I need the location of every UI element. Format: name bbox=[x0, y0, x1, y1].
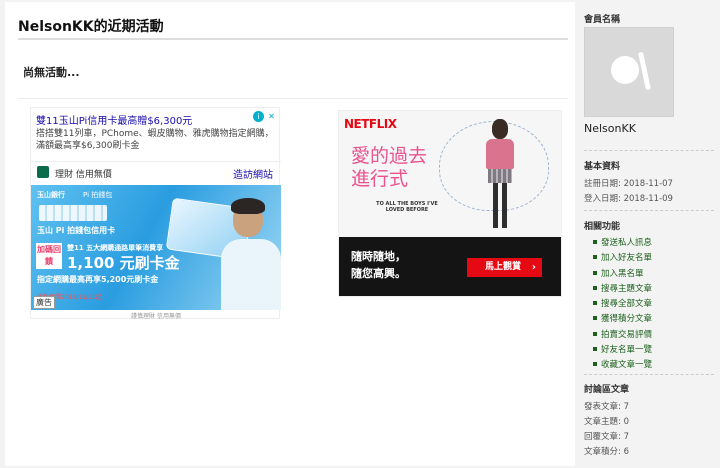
register-date: 註冊日期: 2018-11-07 bbox=[584, 179, 673, 189]
ad-headline[interactable]: 雙11玉山Pi信用卡最高贈$6,300元 bbox=[36, 112, 192, 127]
friend-list-link[interactable]: 好友名單一覽 bbox=[593, 343, 652, 358]
ad-banner-image[interactable]: 玉山銀行 Pi 拍錢包 玉山 Pi 拍錢包信用卡 加碼回饋 雙11 五大網購通路… bbox=[31, 185, 281, 310]
esun-bank-ad[interactable]: 雙11玉山Pi信用卡最高贈$6,300元 i ✕ 搭搭雙11列車，PChome、… bbox=[30, 107, 281, 320]
visit-site-link[interactable]: 造訪網站 bbox=[233, 166, 273, 181]
movie-poster: NETFLIX 愛的過去進行式 TO ALL THE BOYS I'VE LOV… bbox=[339, 111, 561, 237]
promo-tag: 加碼回饋 bbox=[36, 243, 62, 269]
page-title: NelsonKK的近期活動 bbox=[18, 19, 164, 35]
topics-count: 文章主題: 0 bbox=[584, 417, 629, 427]
title-divider bbox=[18, 38, 568, 40]
points-posts-link[interactable]: 獲得積分文章 bbox=[593, 312, 652, 327]
tagline-line-1: 隨時隨地， bbox=[351, 250, 406, 263]
send-message-link[interactable]: 發送私人訊息 bbox=[593, 236, 652, 251]
search-topics-link[interactable]: 搜尋主題文章 bbox=[593, 282, 652, 297]
movie-title: 愛的過去進行式 bbox=[351, 145, 428, 190]
avatar-placeholder-icon bbox=[611, 56, 639, 84]
login-date: 登入日期: 2018-11-09 bbox=[584, 194, 673, 204]
content-divider bbox=[18, 98, 568, 99]
advertiser-name: 理財 信用無價 bbox=[55, 170, 112, 180]
ad-cta-bar: 隨時隨地， 隨您高興。 馬上觀賞 bbox=[339, 237, 561, 296]
points-count: 文章積分: 6 bbox=[584, 447, 629, 457]
promo-line: 指定網購最高再享5,200元刷卡金 bbox=[37, 275, 159, 284]
add-friend-link[interactable]: 加入好友名單 bbox=[593, 251, 652, 266]
card-name: 玉山 Pi 拍錢包信用卡 bbox=[37, 226, 116, 235]
forum-posts-heading: 討論區文章 bbox=[584, 385, 630, 395]
member-heading: 會員名稱 bbox=[584, 15, 621, 25]
actress-image bbox=[483, 119, 517, 231]
card-strip-image bbox=[39, 205, 107, 221]
avatar[interactable] bbox=[584, 27, 674, 117]
auction-rating-link[interactable]: 拍賣交易評價 bbox=[593, 328, 652, 343]
ad-badge: 廣告 bbox=[33, 296, 55, 309]
watch-now-button[interactable]: 馬上觀賞 bbox=[467, 258, 542, 277]
add-blacklist-link[interactable]: 加入黑名單 bbox=[593, 267, 652, 282]
tagline-line-2: 隨您高興。 bbox=[351, 267, 406, 280]
member-name: NelsonKK bbox=[584, 122, 636, 135]
posts-count: 發表文章: 7 bbox=[584, 402, 629, 412]
sidebar: 會員名稱 NelsonKK 基本資料 註冊日期: 2018-11-07 登入日期… bbox=[578, 0, 720, 468]
ad-choices[interactable]: i ✕ bbox=[253, 111, 277, 122]
ad-close-icon[interactable]: ✕ bbox=[266, 111, 277, 122]
replies-count: 回覆文章: 7 bbox=[584, 432, 629, 442]
advertiser-logo-icon bbox=[37, 166, 49, 178]
empty-activity-message: 尚無活動... bbox=[23, 66, 80, 79]
spokesperson-image bbox=[221, 195, 281, 310]
ad-info-icon[interactable]: i bbox=[253, 111, 264, 122]
ad-description: 搭搭雙11列車，PChome、蝦皮購物、雅虎購物指定網購，滿額最高享$6,300… bbox=[36, 129, 274, 151]
basic-info-heading: 基本資料 bbox=[584, 162, 621, 172]
movie-subtitle: TO ALL THE BOYS I'VE LOVED BEFORE bbox=[376, 201, 438, 213]
divider bbox=[584, 374, 714, 375]
favorites-list-link[interactable]: 收藏文章一覽 bbox=[593, 358, 652, 373]
search-all-posts-link[interactable]: 搜尋全部文章 bbox=[593, 297, 652, 312]
divider bbox=[584, 210, 714, 211]
netflix-ad[interactable]: NETFLIX 愛的過去進行式 TO ALL THE BOYS I'VE LOV… bbox=[338, 110, 562, 297]
ad-advertiser-bar: 理財 信用無價 造訪網站 bbox=[31, 161, 281, 181]
wallet-logo: Pi 拍錢包 bbox=[83, 191, 113, 199]
functions-heading: 相關功能 bbox=[584, 222, 621, 232]
promo-amount: 1,100 元刷卡金 bbox=[67, 254, 180, 272]
bank-logo: 玉山銀行 bbox=[37, 191, 65, 199]
main-panel: NelsonKK的近期活動 尚無活動... 雙11玉山Pi信用卡最高贈$6,30… bbox=[5, 2, 575, 466]
functions-list: 發送私人訊息 加入好友名單 加入黑名單 搜尋主題文章 搜尋全部文章 獲得積分文章… bbox=[593, 236, 652, 374]
ad-tagline: 隨時隨地， 隨您高興。 bbox=[351, 248, 406, 282]
divider bbox=[584, 150, 714, 151]
netflix-logo: NETFLIX bbox=[344, 117, 397, 131]
ad-footer: 謹慎理財 信用無價 bbox=[131, 313, 181, 320]
